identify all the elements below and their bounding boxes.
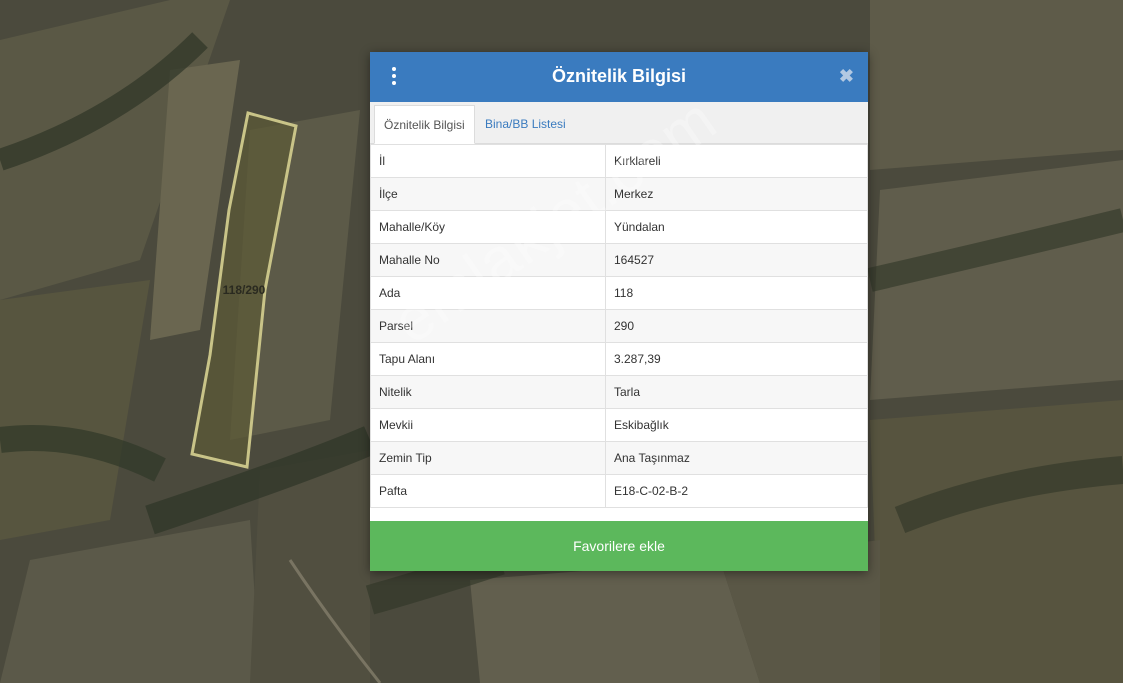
- table-row: Ada 118: [370, 276, 868, 310]
- table-row: Mahalle No 164527: [370, 243, 868, 277]
- table-row: İl Kırklareli: [370, 144, 868, 178]
- row-key: Mahalle/Köy: [370, 210, 606, 244]
- table-row: Nitelik Tarla: [370, 375, 868, 409]
- dialog-title: Öznitelik Bilgisi: [551, 66, 687, 86]
- row-value: 118: [605, 276, 868, 310]
- add-to-favorites-button[interactable]: Favorilere ekle: [370, 521, 868, 571]
- row-value: 3.287,39: [605, 342, 868, 376]
- tab-building-list[interactable]: Bina/BB Listesi: [476, 105, 575, 143]
- row-key: Zemin Tip: [370, 441, 606, 475]
- parcel-label: 118/290: [223, 283, 266, 297]
- row-key: Mevkii: [370, 408, 606, 442]
- row-value: 290: [605, 309, 868, 343]
- table-row: Mevkii Eskibağlık: [370, 408, 868, 442]
- row-key: Nitelik: [370, 375, 606, 409]
- close-icon[interactable]: ✖: [839, 66, 854, 86]
- row-key: Pafta: [370, 474, 606, 508]
- row-key: Parsel: [370, 309, 606, 343]
- tab-bar: Öznitelik Bilgisi Bina/BB Listesi: [370, 102, 868, 144]
- row-key: İlçe: [370, 177, 606, 211]
- row-value: 164527: [605, 243, 868, 277]
- table-row: Parsel 290: [370, 309, 868, 343]
- row-value: E18-C-02-B-2: [605, 474, 868, 508]
- table-row: Zemin Tip Ana Taşınmaz: [370, 441, 868, 475]
- dialog-header: Öznitelik Bilgisi ✖: [370, 52, 868, 102]
- row-value: Kırklareli: [605, 144, 868, 178]
- table-row: İlçe Merkez: [370, 177, 868, 211]
- table-row: Pafta E18-C-02-B-2: [370, 474, 868, 508]
- attribute-info-dialog: Öznitelik Bilgisi ✖ Öznitelik Bilgisi Bi…: [370, 52, 868, 571]
- attribute-table: İl Kırklareli İlçe Merkez Mahalle/Köy Yü…: [370, 144, 868, 508]
- tab-attribute-info[interactable]: Öznitelik Bilgisi: [374, 105, 475, 144]
- row-value: Tarla: [605, 375, 868, 409]
- row-key: Ada: [370, 276, 606, 310]
- row-value: Eskibağlık: [605, 408, 868, 442]
- table-row: Mahalle/Köy Yündalan: [370, 210, 868, 244]
- row-value: Merkez: [605, 177, 868, 211]
- row-key: Tapu Alanı: [370, 342, 606, 376]
- row-key: Mahalle No: [370, 243, 606, 277]
- row-key: İl: [370, 144, 606, 178]
- row-value: Ana Taşınmaz: [605, 441, 868, 475]
- row-value: Yündalan: [605, 210, 868, 244]
- table-row: Tapu Alanı 3.287,39: [370, 342, 868, 376]
